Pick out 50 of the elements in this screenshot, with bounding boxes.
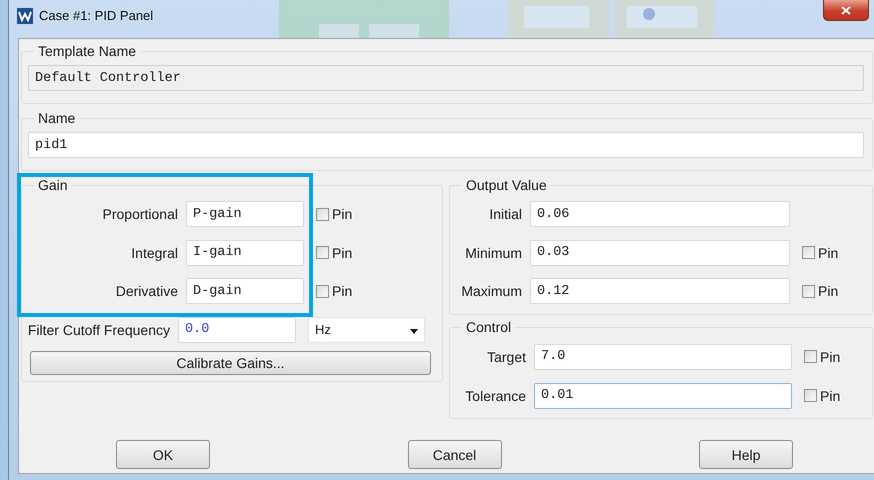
text-field[interactable]: D-gain <box>186 278 304 304</box>
dialog-button[interactable]: Help <box>699 440 793 469</box>
dropdown-value: Hz <box>315 322 331 338</box>
checkbox[interactable] <box>804 389 817 402</box>
checkbox[interactable] <box>802 284 815 298</box>
checkbox[interactable] <box>802 246 815 260</box>
checkbox-label: Pin <box>820 348 840 364</box>
field-label: Tolerance <box>464 388 526 404</box>
checkbox[interactable] <box>316 246 329 260</box>
field-label: Integral <box>130 244 178 261</box>
checkbox-label: Pin <box>332 244 352 261</box>
dialog-button[interactable]: Cancel <box>408 440 502 469</box>
checkbox-label: Pin <box>818 244 838 261</box>
checkbox-label: Pin <box>332 206 352 222</box>
text-field[interactable]: I-gain <box>186 240 304 266</box>
group-label: Control <box>465 319 512 335</box>
checkbox[interactable] <box>316 284 329 298</box>
text-field[interactable]: 0.12 <box>530 278 790 304</box>
text-field[interactable]: 0.01 <box>534 382 792 408</box>
text-field[interactable]: 7.0 <box>534 344 792 370</box>
text-field: Default Controller <box>28 65 864 91</box>
text-field[interactable]: 0.03 <box>530 240 790 266</box>
checkbox[interactable] <box>804 350 817 363</box>
checkbox-label: Pin <box>332 283 352 300</box>
unit-dropdown[interactable]: Hz <box>308 316 425 343</box>
checkbox-label: Pin <box>818 283 838 300</box>
group-label: Gain <box>37 177 69 193</box>
caret-icon <box>410 328 418 334</box>
close-button[interactable] <box>823 0 869 21</box>
group-label: Name <box>37 110 76 126</box>
field-label: Filter Cutoff Frequency <box>26 322 170 338</box>
text-field[interactable]: 0.0 <box>178 316 296 343</box>
group-label: Output Value <box>465 177 548 193</box>
close-icon <box>841 6 851 14</box>
field-label: Maximum <box>460 283 522 300</box>
field-label: Minimum <box>464 244 522 261</box>
calibrate-button[interactable]: Calibrate Gains... <box>30 351 431 375</box>
group-label: Template Name <box>37 43 138 59</box>
dialog-button[interactable]: OK <box>116 440 210 469</box>
field-label: Proportional <box>102 206 178 222</box>
field-label: Target <box>486 348 526 364</box>
text-field[interactable]: 0.06 <box>530 201 790 228</box>
window-title: Case #1: PID Panel <box>39 8 154 23</box>
checkbox-label: Pin <box>820 388 840 404</box>
checkbox[interactable] <box>316 208 329 221</box>
app-icon <box>17 8 33 24</box>
text-field[interactable]: P-gain <box>186 201 304 228</box>
field-label: Initial <box>488 206 522 222</box>
field-label: Derivative <box>114 283 178 300</box>
text-field[interactable]: pid1 <box>28 132 864 158</box>
